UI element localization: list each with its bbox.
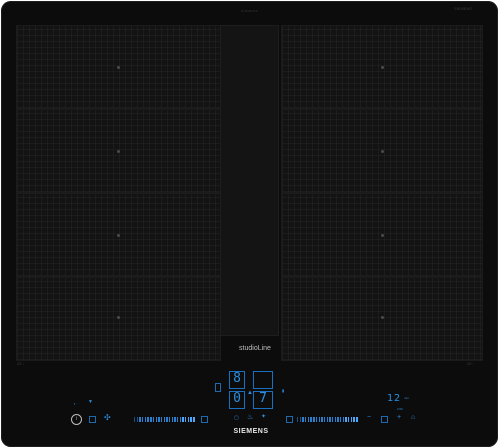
zone-center-marker xyxy=(117,316,120,319)
zone-left-indicator-icon[interactable] xyxy=(201,416,208,423)
power-icon[interactable]: i xyxy=(71,414,82,425)
zone-center-marker xyxy=(381,66,384,69)
minus-icon[interactable]: − xyxy=(367,414,371,421)
right-power-slider[interactable] xyxy=(297,417,358,422)
lock-icon[interactable]: ▢ xyxy=(234,415,239,422)
brand-logo: SIEMENS xyxy=(233,428,269,435)
corner-mark-right: 25 ↓ xyxy=(467,361,475,366)
secondary-display-upper[interactable] xyxy=(253,371,273,389)
timer-unit: min xyxy=(404,396,409,400)
cooking-zone-left-2[interactable] xyxy=(16,109,221,193)
timer-subtext: 2:00 xyxy=(397,407,403,411)
cooking-zone-left-3[interactable] xyxy=(16,193,221,277)
small-indicator-dot: ▪ xyxy=(74,401,76,406)
zone-center-marker xyxy=(381,316,384,319)
secondary-display-lower[interactable]: 7 xyxy=(253,391,273,409)
zone-center-marker xyxy=(117,66,120,69)
chevron-down-icon[interactable]: ▼ xyxy=(88,399,93,406)
settings-icon[interactable]: ✦ xyxy=(261,414,266,421)
product-line-label: studioLine xyxy=(239,345,271,352)
zone-select-icon[interactable] xyxy=(89,416,96,423)
zone-select-right-icon[interactable] xyxy=(381,416,388,423)
zone-right-indicator-icon[interactable] xyxy=(286,416,293,423)
plus-icon[interactable]: + xyxy=(397,414,401,421)
flex-zone-icon[interactable] xyxy=(215,383,221,392)
timer-display[interactable]: 12 xyxy=(387,393,401,404)
zone-center-marker xyxy=(117,150,120,153)
cooking-zone-right-2[interactable] xyxy=(281,109,483,193)
cooking-zone-right-1[interactable] xyxy=(281,25,483,109)
left-power-slider[interactable] xyxy=(134,417,195,422)
cooking-zone-right-3[interactable] xyxy=(281,193,483,277)
corner-mark-left: 25 ↓ xyxy=(17,361,25,366)
main-display-lower[interactable]: 0 xyxy=(229,391,245,409)
cooking-zone-left-4[interactable] xyxy=(16,277,221,361)
zone-center-marker xyxy=(381,234,384,237)
center-cooking-zone[interactable] xyxy=(220,25,279,336)
top-right-label: SIEMENS xyxy=(454,6,473,11)
cooking-zone-left-1[interactable] xyxy=(16,25,221,109)
zone-center-marker xyxy=(381,150,384,153)
fan-icon[interactable]: ✣ xyxy=(104,414,111,422)
induction-cooktop: SIEMENS SIEMENS 25 ↓ 25 ↓ studioLine ▪ ▼… xyxy=(1,1,498,447)
zone-center-marker xyxy=(117,234,120,237)
heat-icon[interactable]: ♨ xyxy=(247,414,253,421)
cooking-zone-right-4[interactable] xyxy=(281,277,483,361)
main-display-upper[interactable]: 8 xyxy=(229,371,245,389)
small-marker-icon: ▮ xyxy=(282,388,285,393)
home-icon[interactable]: ⌂ xyxy=(411,414,415,421)
top-brand-label: SIEMENS xyxy=(240,9,258,13)
